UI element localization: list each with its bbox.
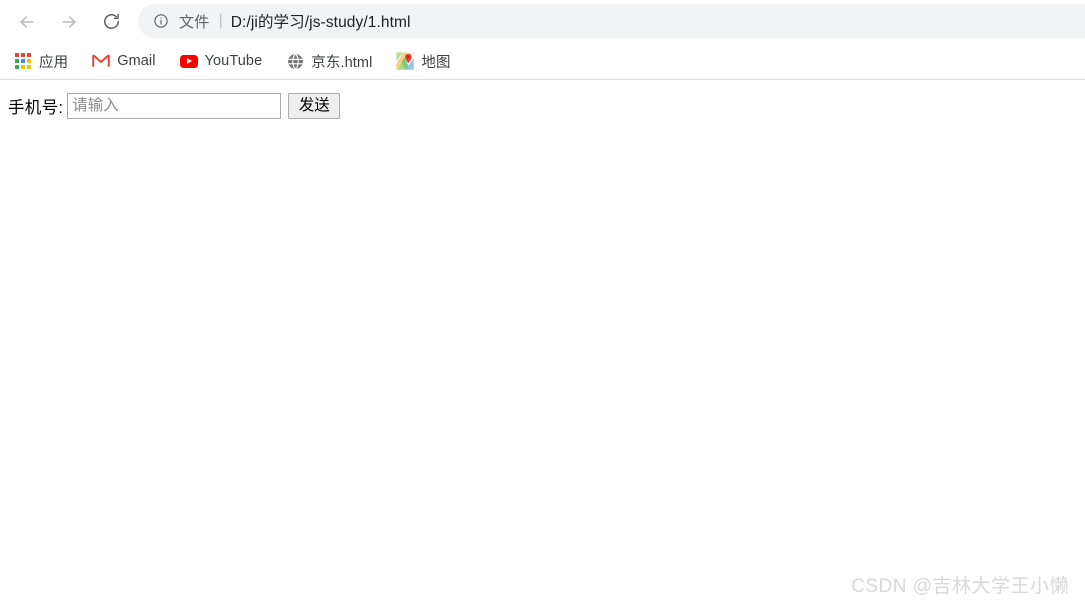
info-circle-icon[interactable] (152, 12, 170, 30)
globe-icon (286, 52, 304, 70)
address-bar-separator: | (218, 12, 223, 29)
phone-form-row: 手机号: 发送 (8, 92, 1077, 120)
bookmark-apps[interactable]: 应用 (14, 48, 76, 74)
phone-input[interactable] (67, 93, 282, 119)
reload-icon (102, 12, 121, 31)
bookmark-label: 京东.html (311, 54, 373, 71)
bookmark-gmail[interactable]: Gmail (92, 48, 163, 74)
bookmark-youtube[interactable]: YouTube (179, 48, 271, 74)
bookmarks-bar: 应用 Gmail YouTube 京东.html 地图 (0, 43, 1085, 80)
gmail-icon (92, 52, 110, 70)
youtube-icon (179, 52, 198, 70)
google-maps-icon (396, 52, 415, 70)
bookmark-label: Gmail (117, 53, 156, 69)
page-content: 手机号: 发送 (0, 80, 1085, 120)
forward-button[interactable] (54, 7, 84, 37)
bookmark-maps[interactable]: 地图 (396, 48, 458, 74)
apps-grid-icon (14, 52, 32, 70)
send-button[interactable]: 发送 (288, 93, 341, 119)
arrow-left-icon (17, 12, 37, 32)
address-bar-scheme-label: 文件 (179, 13, 210, 31)
phone-field-label: 手机号: (8, 99, 64, 117)
address-bar[interactable]: 文件 | D:/ji的学习/js-study/1.html (138, 4, 1085, 38)
bookmark-label: YouTube (204, 53, 263, 69)
address-bar-url: D:/ji的学习/js-study/1.html (230, 14, 411, 31)
bookmark-label: 地图 (421, 54, 451, 71)
browser-toolbar: 文件 | D:/ji的学习/js-study/1.html (0, 0, 1085, 43)
bookmark-jingdong[interactable]: 京东.html (286, 48, 380, 74)
reload-button[interactable] (96, 7, 126, 37)
bookmark-label: 应用 (39, 54, 69, 71)
back-button[interactable] (12, 7, 42, 37)
csdn-watermark: CSDN @吉林大学王小懒 (851, 576, 1069, 597)
arrow-right-icon (59, 12, 79, 32)
